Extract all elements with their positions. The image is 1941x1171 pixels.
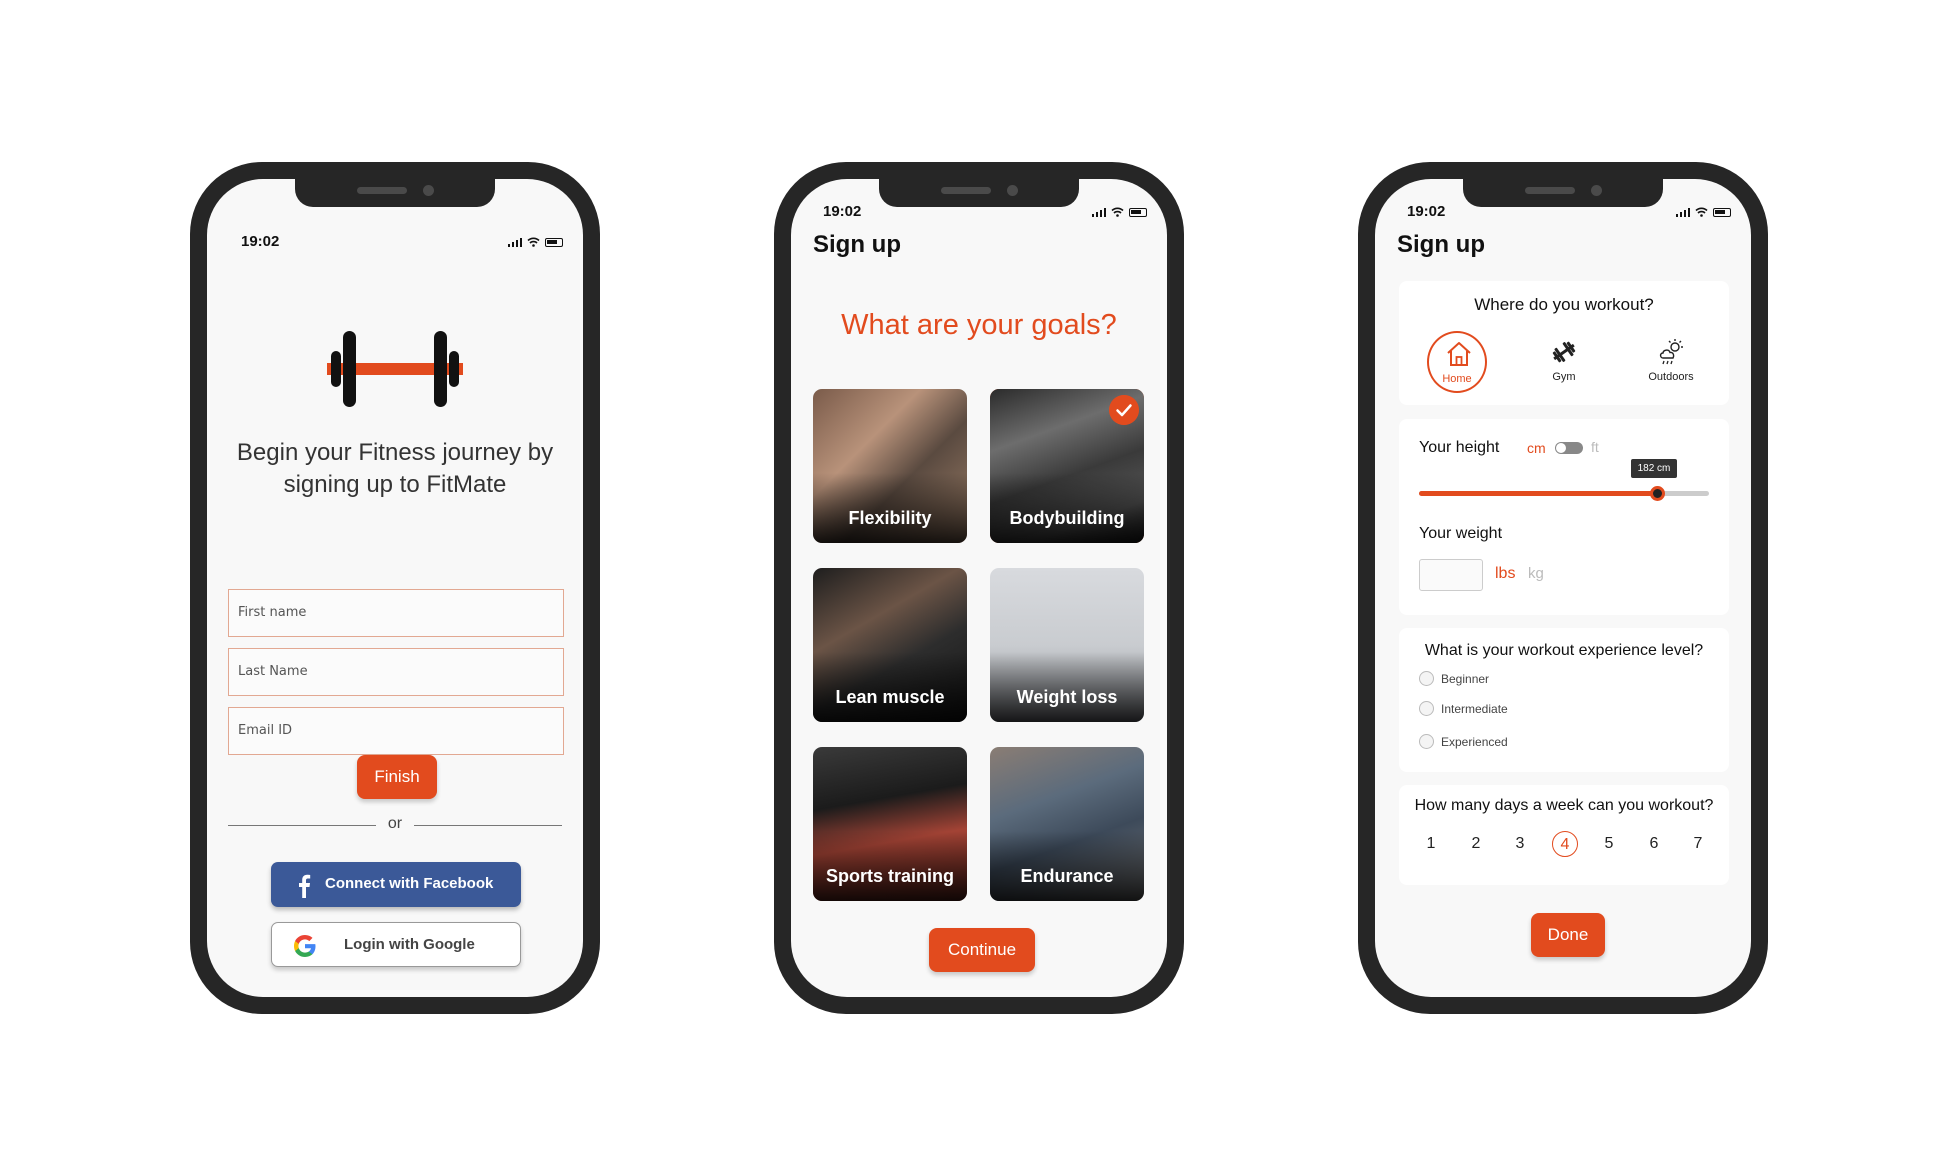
- google-label: Login with Google: [344, 936, 475, 953]
- page-title: Sign up: [813, 231, 901, 258]
- email-field[interactable]: Email ID: [228, 707, 564, 755]
- battery-icon: [1713, 207, 1731, 217]
- location-label: Gym: [1552, 371, 1576, 383]
- dumbbell-logo-icon: [327, 331, 463, 407]
- or-divider: or: [228, 815, 562, 835]
- goal-card-lean-muscle[interactable]: Lean muscle: [813, 568, 967, 722]
- day-option-2[interactable]: 2: [1463, 831, 1489, 857]
- goal-label: Bodybuilding: [1009, 508, 1125, 528]
- finish-button[interactable]: Finish: [357, 755, 437, 799]
- or-label: or: [387, 815, 403, 832]
- height-label: Your height: [1419, 439, 1500, 456]
- height-weight-card: Your height cm ft 182 cm Your weight lbs…: [1399, 419, 1729, 615]
- screen: 19:02 Sign up What are your goals? Flexi…: [791, 179, 1167, 997]
- facebook-label: Connect with Facebook: [325, 875, 494, 892]
- wifi-icon: [1695, 207, 1708, 217]
- weight-label: Your weight: [1419, 525, 1503, 542]
- goal-card-weight-loss[interactable]: Weight loss: [990, 568, 1144, 722]
- google-login-button[interactable]: Login with Google: [271, 922, 521, 967]
- phone-signup-start: 19:02 Begin your Fitness journey by sign…: [190, 162, 600, 1014]
- location-label: Outdoors: [1648, 371, 1694, 383]
- phone-notch: [879, 179, 1079, 207]
- unit-ft-label[interactable]: ft: [1591, 439, 1599, 455]
- done-button[interactable]: Done: [1531, 913, 1605, 957]
- day-option-4[interactable]: 4: [1552, 831, 1578, 857]
- wifi-icon: [527, 237, 540, 247]
- first-name-field[interactable]: First name: [228, 589, 564, 637]
- workout-location-card: Where do you workout? Home Gym Outdoors: [1399, 281, 1729, 405]
- where-question: Where do you workout?: [1474, 295, 1654, 314]
- goal-card-endurance[interactable]: Endurance: [990, 747, 1144, 901]
- status-time: 19:02: [823, 203, 862, 220]
- home-icon: [1447, 342, 1471, 366]
- signal-icon: [507, 237, 522, 247]
- screen: 19:02 Begin your Fitness journey by sign…: [207, 179, 583, 997]
- phone-notch: [295, 179, 495, 207]
- phone-workout-details: 19:02 Sign up Where do you workout? Home…: [1358, 162, 1768, 1014]
- stage: 19:02 Begin your Fitness journey by sign…: [0, 0, 1941, 1171]
- height-slider-knob[interactable]: [1649, 486, 1665, 501]
- experience-question: What is your workout experience level?: [1424, 642, 1704, 659]
- height-unit-toggle[interactable]: [1555, 442, 1583, 454]
- signal-icon: [1675, 207, 1690, 217]
- page-title: Sign up: [1397, 231, 1485, 258]
- goal-card-flexibility[interactable]: Flexibility: [813, 389, 967, 543]
- weather-icon: [1659, 339, 1683, 365]
- status-time: 19:02: [241, 233, 280, 250]
- days-per-week-card: How many days a week can you workout? 1 …: [1399, 785, 1729, 885]
- location-option-home[interactable]: Home: [1427, 331, 1487, 393]
- height-slider[interactable]: [1419, 486, 1709, 501]
- phone-goals: 19:02 Sign up What are your goals? Flexi…: [774, 162, 1184, 1014]
- goal-label: Sports training: [825, 866, 954, 886]
- day-option-5[interactable]: 5: [1596, 831, 1622, 857]
- experience-card: What is your workout experience level? B…: [1399, 628, 1729, 772]
- facebook-icon: [299, 874, 311, 898]
- days-question: How many days a week can you workout?: [1414, 797, 1714, 814]
- selected-check-icon: [1109, 395, 1139, 425]
- last-name-field[interactable]: Last Name: [228, 648, 564, 696]
- continue-button[interactable]: Continue: [929, 928, 1035, 972]
- status-time: 19:02: [1407, 203, 1446, 220]
- location-label: Home: [1442, 373, 1472, 385]
- day-option-1[interactable]: 1: [1418, 831, 1444, 857]
- height-value-tooltip: 182 cm: [1631, 459, 1677, 478]
- goal-label: Weight loss: [1016, 687, 1118, 707]
- location-option-outdoors[interactable]: Outdoors: [1641, 331, 1701, 393]
- unit-kg-label[interactable]: kg: [1528, 565, 1544, 582]
- facebook-connect-button[interactable]: Connect with Facebook: [271, 862, 521, 907]
- goal-label: Endurance: [1020, 866, 1114, 886]
- battery-icon: [545, 237, 563, 247]
- wifi-icon: [1111, 207, 1124, 217]
- day-option-3[interactable]: 3: [1507, 831, 1533, 857]
- signal-icon: [1091, 207, 1106, 217]
- radio-label: Experienced: [1441, 735, 1508, 749]
- status-icons: [1091, 207, 1147, 217]
- radio-label: Intermediate: [1441, 702, 1508, 716]
- unit-cm-label[interactable]: cm: [1527, 440, 1546, 456]
- location-option-gym[interactable]: Gym: [1534, 331, 1594, 393]
- battery-icon: [1129, 207, 1147, 217]
- goals-question: What are your goals?: [841, 309, 1117, 341]
- day-option-7[interactable]: 7: [1685, 831, 1711, 857]
- status-icons: [507, 237, 563, 247]
- unit-lbs-label[interactable]: lbs: [1495, 565, 1515, 583]
- height-slider-fill: [1419, 491, 1657, 496]
- phone-notch: [1463, 179, 1663, 207]
- goal-card-bodybuilding[interactable]: Bodybuilding: [990, 389, 1144, 543]
- goal-label: Flexibility: [848, 508, 932, 528]
- dumbbell-icon: [1552, 341, 1576, 363]
- status-icons: [1675, 207, 1731, 217]
- weight-input[interactable]: [1419, 559, 1483, 591]
- radio-label: Beginner: [1441, 672, 1490, 686]
- goal-label: Lean muscle: [835, 687, 945, 707]
- screen: 19:02 Sign up Where do you workout? Home…: [1375, 179, 1751, 997]
- day-option-6[interactable]: 6: [1641, 831, 1667, 857]
- goal-card-sports-training[interactable]: Sports training: [813, 747, 967, 901]
- google-icon: [294, 935, 316, 957]
- welcome-title: Begin your Fitness journey by signing up…: [236, 439, 554, 498]
